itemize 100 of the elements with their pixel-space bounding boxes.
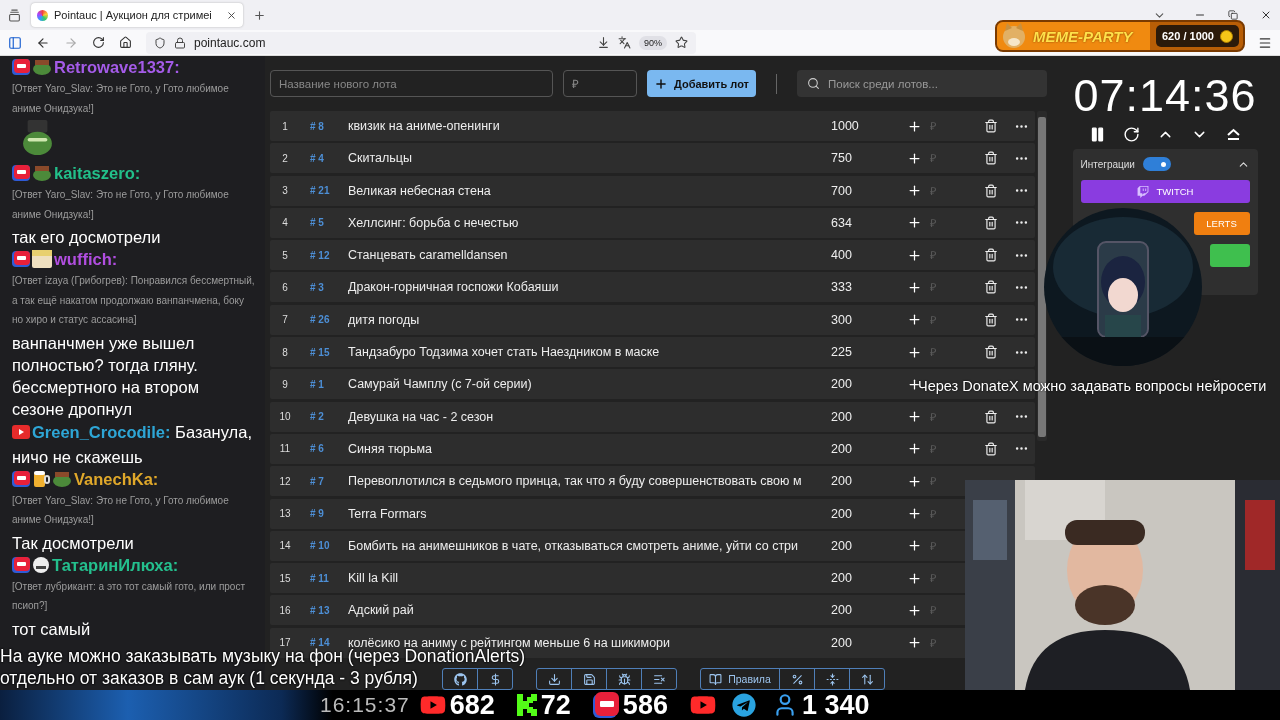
lot-name: дитя погоды — [348, 312, 421, 327]
stat-count: 72 — [540, 689, 571, 720]
delete-icon[interactable] — [984, 183, 998, 198]
amount-field[interactable]: ₽ — [928, 211, 968, 234]
amount-field[interactable]: ₽ — [928, 470, 968, 493]
add-amount-icon[interactable] — [907, 635, 922, 651]
add-amount-icon[interactable] — [907, 602, 922, 618]
lot-name: Terra Formars — [348, 506, 428, 521]
delete-icon[interactable] — [984, 151, 998, 166]
lot-name: Тандзабуро Тодзима хочет стать Наездником в маске — [348, 345, 661, 360]
lot-name: Бомбить на анимешников в чате, отказываться смотреть аниме, уйти со стри — [348, 538, 800, 553]
close-icon[interactable] — [226, 9, 237, 21]
delete-icon[interactable] — [984, 409, 998, 424]
zoom-level[interactable]: 90% — [639, 35, 667, 50]
lot-amount: 200 — [831, 441, 853, 456]
amount-field[interactable]: ₽ — [928, 502, 968, 525]
frog-emote-icon — [22, 120, 53, 156]
bug-report-button[interactable] — [606, 668, 642, 690]
lot-id: # 21 — [309, 185, 331, 197]
add-amount-icon[interactable] — [907, 118, 922, 134]
amount-field[interactable]: ₽ — [928, 437, 968, 460]
amount-field[interactable]: ₽ — [928, 276, 968, 299]
integrations-toggle[interactable] — [1142, 157, 1171, 171]
amount-field[interactable]: ₽ — [928, 567, 968, 590]
add-amount-icon[interactable] — [907, 441, 922, 457]
lot-search-field[interactable]: Поиск среди лотов... — [826, 76, 1037, 91]
amount-field[interactable]: ₽ — [928, 179, 968, 202]
add-amount-icon[interactable] — [907, 247, 922, 263]
delete-icon[interactable] — [984, 312, 998, 327]
chat-message: Так досмотрели — [12, 532, 135, 554]
delete-icon[interactable] — [984, 248, 998, 263]
translate-icon[interactable] — [618, 36, 631, 49]
add-amount-icon[interactable] — [907, 344, 922, 360]
sidebar-icon[interactable] — [8, 35, 22, 50]
search-field[interactable]: Поиск среди лотов... — [797, 70, 1047, 97]
delete-icon[interactable] — [984, 345, 998, 360]
stat-count: 1 340 — [801, 689, 870, 720]
add-amount-icon[interactable] — [907, 538, 922, 554]
twitch-button[interactable]: TWITCH — [1080, 180, 1250, 203]
lot-id: # 7 — [309, 475, 325, 487]
menu-icon[interactable] — [1258, 35, 1272, 50]
new-tab-icon[interactable] — [253, 8, 266, 22]
home-icon[interactable] — [119, 36, 132, 49]
restart-icon[interactable] — [1122, 126, 1140, 143]
close-icon[interactable] — [1260, 9, 1272, 21]
lot-name: Скитальцы — [348, 151, 413, 166]
mascot-icon — [1001, 23, 1027, 49]
add-amount-icon[interactable] — [907, 150, 922, 166]
lot-name-field[interactable]: Название нового лота — [270, 70, 553, 97]
github-icon — [453, 672, 467, 686]
add-amount-icon[interactable] — [907, 570, 922, 586]
add-amount-icon[interactable] — [907, 473, 922, 489]
amount-field[interactable]: ₽ — [928, 308, 968, 331]
stat-count: 586 — [622, 689, 668, 720]
frog-emote-icon — [32, 59, 52, 75]
lot-id: # 11 — [309, 572, 330, 584]
amount-field[interactable]: ₽ — [928, 405, 968, 428]
amount-field[interactable]: ₽ — [928, 244, 968, 267]
live-badge-icon — [12, 470, 30, 487]
donatex-button[interactable] — [1209, 244, 1250, 267]
fold-icon — [825, 672, 839, 686]
chat-username: Green_Crocodile: — [32, 422, 171, 441]
add-lot-button[interactable]: Добавить лот — [647, 70, 756, 97]
add-amount-icon[interactable] — [907, 409, 922, 425]
reload-icon[interactable] — [92, 36, 105, 49]
add-amount-icon[interactable] — [907, 280, 922, 295]
amount-field[interactable]: ₽ — [928, 534, 968, 557]
browser-tab[interactable]: Pointauc | Аукцион для стримеі — [31, 3, 243, 27]
delete-icon[interactable] — [984, 215, 998, 230]
lot-amount: 200 — [831, 538, 853, 553]
download-icon — [547, 672, 561, 686]
delete-icon[interactable] — [984, 280, 998, 295]
amount-field[interactable]: ₽ — [928, 115, 968, 137]
frog-emote-icon — [32, 165, 52, 181]
lot-id: # 26 — [309, 314, 331, 326]
twitch-icon — [1136, 185, 1149, 198]
lot-amount: 300 — [831, 312, 853, 327]
download-icon[interactable] — [597, 36, 610, 49]
back-icon[interactable] — [36, 35, 50, 50]
add-amount-icon[interactable] — [907, 215, 922, 231]
clear-button[interactable] — [641, 668, 677, 690]
delete-icon[interactable] — [984, 119, 998, 133]
lot-rank: 15 — [278, 572, 292, 584]
lot-id: # 10 — [309, 540, 331, 552]
delete-icon[interactable] — [984, 441, 998, 456]
lot-price-field[interactable]: ₽ — [563, 70, 637, 97]
lot-rank: 6 — [281, 282, 289, 293]
add-amount-icon[interactable] — [907, 312, 922, 328]
chat-username: kaitaszero: — [54, 164, 141, 182]
amount-field[interactable]: ₽ — [928, 599, 968, 622]
restore-icon[interactable] — [1228, 10, 1238, 20]
add-amount-icon[interactable] — [907, 183, 922, 199]
address-field[interactable]: pointauc.com 90% — [146, 31, 696, 54]
lot-rank: 2 — [281, 152, 289, 164]
bookmark-star-icon[interactable] — [675, 36, 688, 49]
amount-field[interactable]: ₽ — [928, 631, 968, 654]
tab-list-icon[interactable] — [8, 8, 21, 22]
amount-field[interactable]: ₽ — [928, 147, 968, 170]
add-amount-icon[interactable] — [907, 506, 922, 522]
amount-field[interactable]: ₽ — [928, 341, 968, 364]
